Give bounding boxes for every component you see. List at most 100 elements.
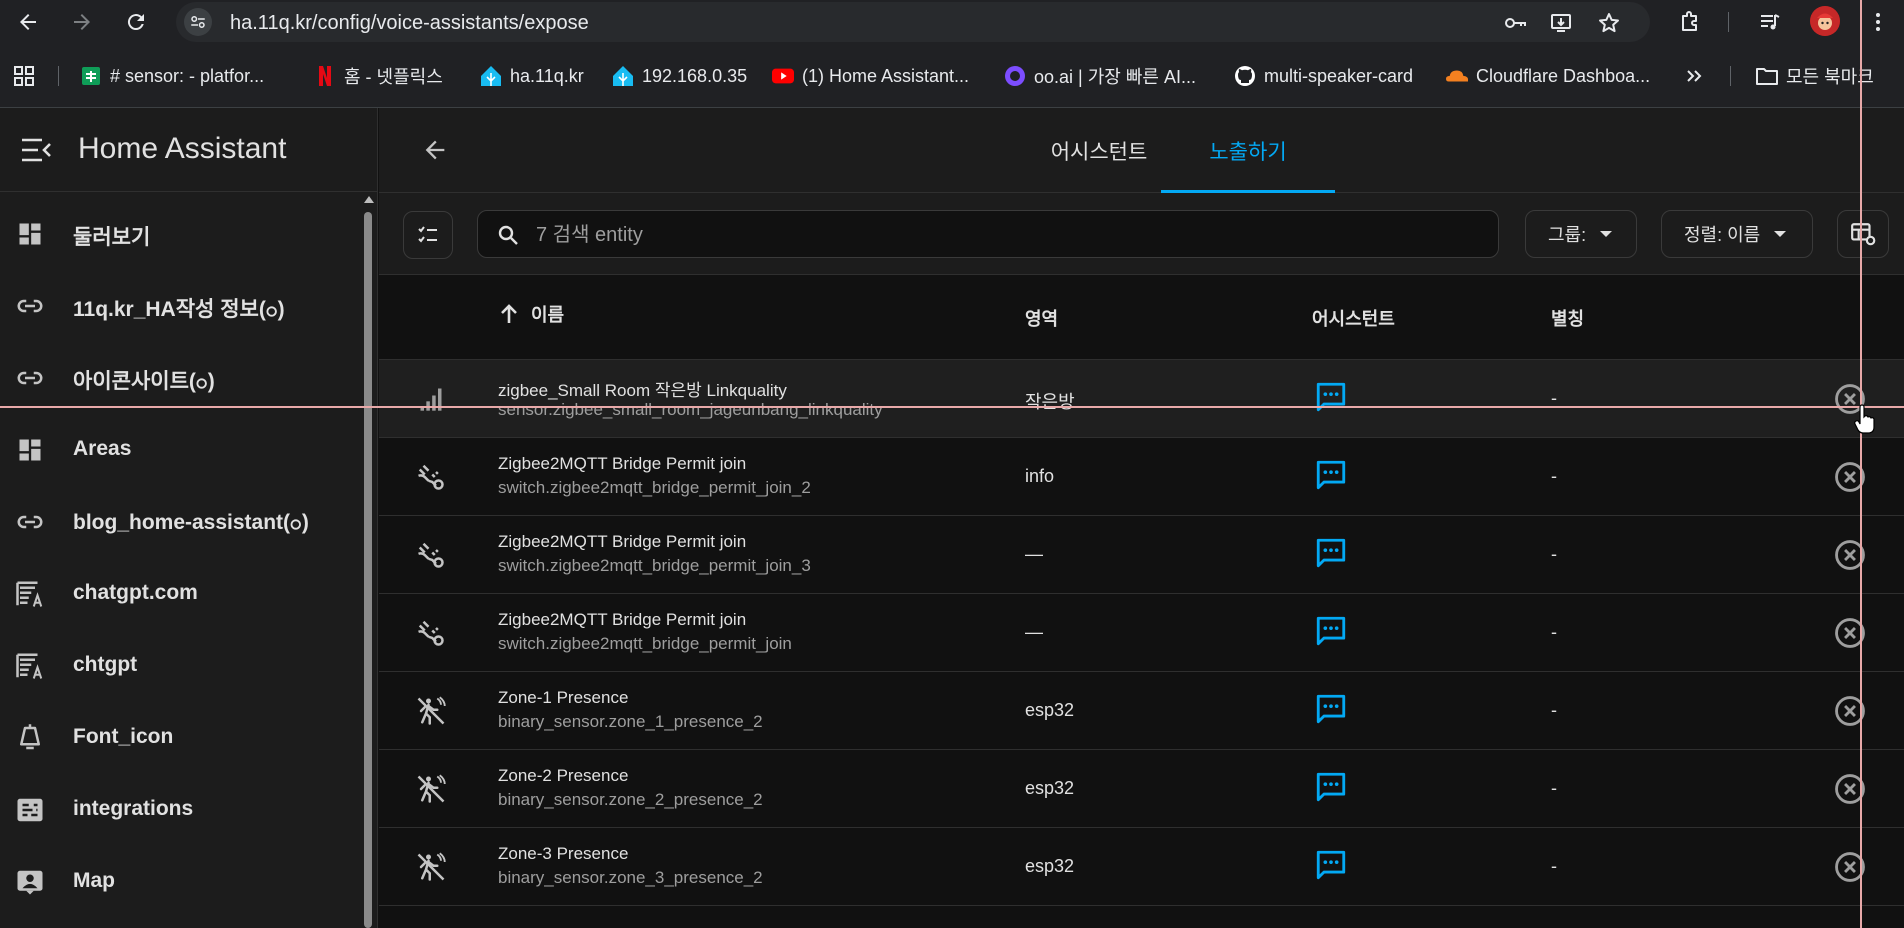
- assist-chat-icon[interactable]: [1314, 458, 1348, 492]
- assist-chat-icon[interactable]: [1314, 536, 1348, 570]
- search-box[interactable]: [477, 210, 1499, 258]
- column-header-assistant[interactable]: 어시스턴트: [1312, 305, 1395, 331]
- entity-id: switch.zigbee2mqtt_bridge_permit_join: [498, 634, 792, 653]
- sidebar-item-map[interactable]: Map: [0, 846, 362, 918]
- sidebar-item-label: blog_home-assistant(ဝ): [73, 511, 309, 534]
- entity-name[interactable]: Zigbee2MQTT Bridge Permit join: [498, 532, 746, 552]
- search-input[interactable]: [536, 219, 1476, 251]
- site-info-icon[interactable]: [184, 8, 212, 36]
- back-arrow-icon[interactable]: [417, 132, 453, 168]
- sidebar-item-label: chatgpt.com: [73, 581, 198, 604]
- zigbee-icon: [415, 539, 447, 571]
- sidebar-title: Home Assistant: [78, 132, 287, 165]
- sidebar-item-areas[interactable]: Areas: [0, 414, 362, 486]
- sidebar-item-blog[interactable]: blog_home-assistant(ဝ): [0, 486, 362, 558]
- assist-chat-icon[interactable]: [1314, 614, 1348, 648]
- oo-ai-icon: [1004, 65, 1026, 87]
- sidebar-item-icon-site[interactable]: 아이콘사이트(ဝ): [0, 342, 362, 414]
- back-arrow-icon[interactable]: [14, 8, 42, 36]
- apps-grid-icon[interactable]: [12, 61, 36, 91]
- bookmark-cloudflare[interactable]: Cloudflare Dashboa...: [1446, 61, 1650, 91]
- install-app-icon[interactable]: [1548, 10, 1574, 36]
- table-row[interactable]: Zigbee2MQTT Bridge Permit join switch.zig…: [379, 516, 1904, 594]
- bookmark-label: Cloudflare Dashboa...: [1476, 65, 1651, 86]
- ruler-guide-horizontal: [0, 406, 1904, 408]
- motion-sensor-off-icon: [415, 695, 447, 727]
- column-header-alias[interactable]: 별칭: [1551, 305, 1584, 331]
- filter-list-icon[interactable]: [403, 211, 453, 259]
- filter-bar: 그룹: 정렬: 이름: [379, 193, 1904, 275]
- entity-name[interactable]: zigbee_Small Room 작은방 Linkquality: [498, 376, 787, 401]
- entity-name[interactable]: Zone-2 Presence: [498, 766, 628, 786]
- assist-chat-icon[interactable]: [1314, 848, 1348, 882]
- bookmark-github[interactable]: multi-speaker-card: [1234, 61, 1413, 91]
- bookmark-label: (1) Home Assistant...: [802, 65, 970, 86]
- table-settings-icon[interactable]: [1837, 210, 1889, 258]
- home-assistant-icon: [612, 65, 634, 87]
- tab-expose[interactable]: 노출하기: [1161, 108, 1335, 193]
- forward-arrow-icon[interactable]: [68, 8, 96, 36]
- reload-icon[interactable]: [122, 8, 150, 36]
- bookmark-ha-11q[interactable]: ha.11q.kr: [480, 61, 584, 91]
- table-row[interactable]: Zone-1 Presence binary_sensor.zone_1_pres…: [379, 672, 1904, 750]
- entity-area: esp32: [1025, 856, 1075, 876]
- bookmark-star-icon[interactable]: [1596, 10, 1622, 36]
- youtube-icon: [772, 65, 794, 87]
- hand-cursor-icon: [1854, 404, 1875, 434]
- bookmark-label: multi-speaker-card: [1264, 65, 1414, 86]
- bookmark-youtube[interactable]: (1) Home Assistant...: [772, 61, 969, 91]
- column-header-name[interactable]: 이름: [497, 301, 564, 327]
- entity-name[interactable]: Zigbee2MQTT Bridge Permit join: [498, 610, 746, 630]
- sidebar-item-11q-ha-info[interactable]: 11q.kr_HA작성 정보(ဝ): [0, 270, 362, 342]
- entity-alias: -: [1551, 778, 1557, 798]
- sort-dropdown[interactable]: 정렬: 이름: [1661, 210, 1813, 258]
- sidebar-scrollbar[interactable]: [364, 212, 372, 928]
- table-row[interactable]: Zone-3 Presence binary_sensor.zone_3_pres…: [379, 828, 1904, 906]
- link-icon: [14, 290, 46, 322]
- sidebar-item-chtgpt[interactable]: chtgpt: [0, 630, 362, 702]
- url-text[interactable]: ha.11q.kr/config/voice-assistants/expose: [230, 12, 589, 35]
- zigbee-icon: [415, 617, 447, 649]
- sidebar-item-integrations[interactable]: integrations: [0, 774, 362, 846]
- all-bookmarks-folder[interactable]: 모든 북마크: [1756, 61, 1874, 91]
- entity-name[interactable]: Zone-1 Presence: [498, 688, 628, 708]
- scroll-up-arrow[interactable]: [364, 196, 374, 203]
- bookmark-ha-local[interactable]: 192.168.0.35: [612, 61, 747, 91]
- bookmarks-bar: # sensor: - platfor... 홈 - 넷플릭스 ha.11q.k…: [0, 44, 1904, 108]
- assist-chat-icon[interactable]: [1314, 380, 1348, 414]
- bookmark-sheets[interactable]: # sensor: - platfor...: [80, 61, 264, 91]
- entity-name[interactable]: Zone-3 Presence: [498, 844, 628, 864]
- entity-id: switch.zigbee2mqtt_bridge_permit_join_2: [498, 478, 811, 497]
- bookmark-netflix[interactable]: 홈 - 넷플릭스: [314, 61, 443, 91]
- entity-id: binary_sensor.zone_2_presence_2: [498, 790, 763, 809]
- entity-name[interactable]: Zigbee2MQTT Bridge Permit join: [498, 454, 746, 474]
- group-by-dropdown[interactable]: 그룹:: [1525, 210, 1637, 258]
- table-row[interactable]: Zigbee2MQTT Bridge Permit join switch.zig…: [379, 594, 1904, 672]
- menu-collapse-icon[interactable]: [20, 136, 52, 164]
- search-icon: [498, 225, 518, 245]
- sidebar-item-overview[interactable]: 둘러보기: [0, 198, 362, 270]
- extensions-puzzle-icon[interactable]: [1676, 8, 1704, 36]
- bookmarks-overflow-icon[interactable]: [1684, 61, 1704, 91]
- bookmark-oo-ai[interactable]: oo.ai | 가장 빠른 AI...: [1004, 61, 1196, 91]
- table-row[interactable]: Zone-2 Presence binary_sensor.zone_2_pres…: [379, 750, 1904, 828]
- sidebar-item-font-icon[interactable]: Font_icon: [0, 702, 362, 774]
- lamp-icon: [14, 722, 46, 754]
- media-controls-icon[interactable]: [1756, 8, 1784, 36]
- text-box-icon: [14, 650, 46, 682]
- ha-sidebar: Home Assistant 둘러보기 11q.kr_HA작성 정보(ဝ) 아이…: [0, 108, 378, 928]
- sidebar-item-chatgpt-com[interactable]: chatgpt.com: [0, 558, 362, 630]
- column-header-area[interactable]: 영역: [1025, 305, 1058, 331]
- table-row[interactable]: zigbee_Small Room 작은방 Linkquality sensor.…: [379, 360, 1904, 438]
- address-bar[interactable]: ha.11q.kr/config/voice-assistants/expose: [176, 2, 1650, 42]
- profile-avatar[interactable]: [1810, 6, 1840, 36]
- password-key-icon[interactable]: [1502, 10, 1528, 36]
- table-row[interactable]: Zigbee2MQTT Bridge Permit join switch.zig…: [379, 438, 1904, 516]
- text-box-icon: [14, 578, 46, 610]
- assist-chat-icon[interactable]: [1314, 770, 1348, 804]
- sidebar-item-label: 11q.kr_HA작성 정보(ဝ): [73, 298, 285, 321]
- main-panel: 어시스턴트 노출하기 그룹: 정렬: 이름 이름 영역 어시스턴트 별칭: [379, 108, 1904, 928]
- assist-chat-icon[interactable]: [1314, 692, 1348, 726]
- more-vert-icon[interactable]: [1864, 8, 1892, 36]
- toolbar-divider: [1728, 12, 1729, 32]
